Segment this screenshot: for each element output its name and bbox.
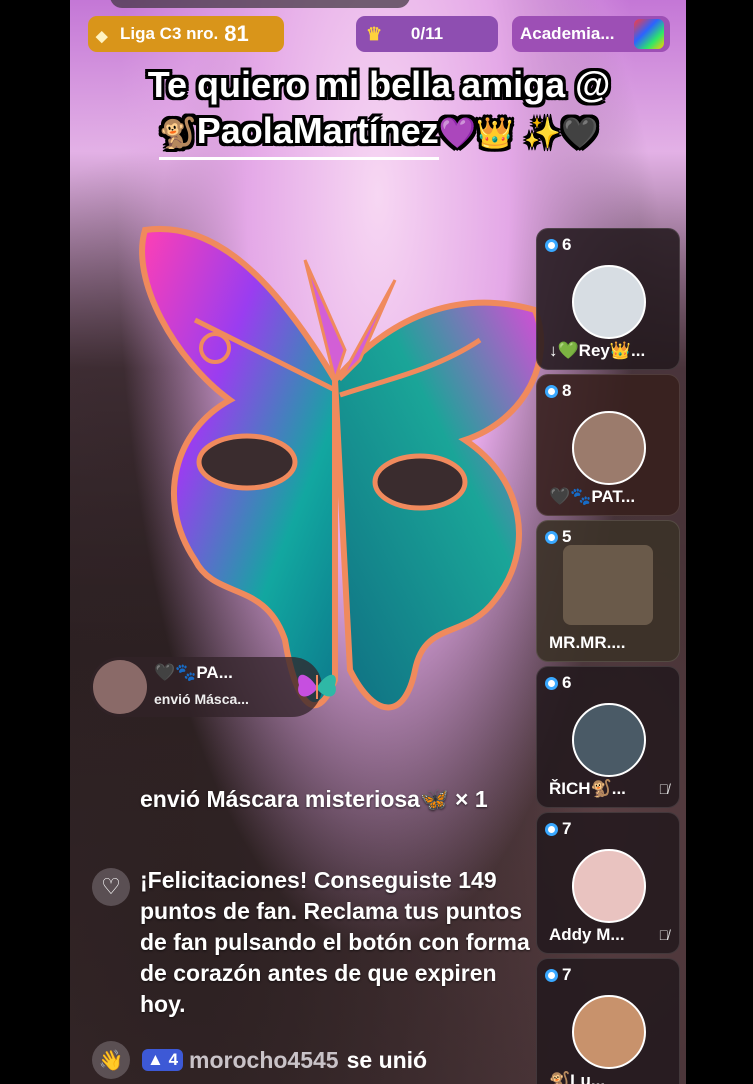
avatar [572, 849, 646, 923]
league-badge[interactable]: ◆ Liga C3 nro. 81 [88, 16, 284, 52]
pinned-line-1: Te quiero mi bella amiga @ [147, 64, 611, 105]
academy-label: Academia... [520, 24, 615, 43]
guest-count: 5 [562, 527, 572, 546]
join-username[interactable]: morocho4545 [189, 1047, 339, 1074]
gift-text: envió Másca... [154, 691, 249, 707]
pinned-comment: Te quiero mi bella amiga @ 🐒PaolaMartíne… [94, 62, 664, 160]
guest-count: 8 [562, 381, 572, 400]
score-pill[interactable]: ♛ 0/11 [356, 16, 498, 52]
avatar [563, 545, 653, 625]
guest-name: MR.MR.... [549, 633, 626, 652]
avatar [93, 660, 147, 714]
gift-notification[interactable]: 🖤🐾PA... envió Másca... [90, 657, 336, 717]
diamond-icon: ◆ [96, 28, 108, 45]
guest-count: 7 [562, 819, 572, 838]
muted-mic-icon: 🎙̸ [658, 927, 670, 943]
chat-fan-points-message: ¡Felicitaciones! Conseguiste 149 puntos … [140, 867, 530, 1017]
guest-tile[interactable]: 5 MR.MR.... [536, 520, 680, 662]
butterfly-gift-icon [298, 674, 336, 699]
guest-count: 6 [562, 673, 572, 692]
level-badge: ▲ 4 [142, 1049, 184, 1071]
muted-mic-icon: 🎙̸ [658, 781, 670, 797]
chat-join-message: 👋 ▲ 4 morocho4545 se unió [92, 1040, 532, 1080]
guest-name: ŘICH🐒... [549, 779, 626, 798]
join-text: se unió [346, 1046, 428, 1073]
chat-gift-message: envió Máscara misteriosa🦋 × 1 [140, 786, 488, 812]
crown-icon: ♛ [366, 23, 383, 44]
avatar [572, 411, 646, 485]
academy-logo-icon [634, 19, 664, 49]
level-number: 4 [168, 1050, 179, 1069]
guest-name: ↓💚Rey👑... [549, 341, 646, 360]
avatar [572, 703, 646, 777]
guest-tile[interactable]: 8 🖤🐾PAT... [536, 374, 680, 516]
league-label: Liga C3 nro. [120, 24, 219, 43]
guest-tile[interactable]: 7 Addy M... 🎙̸ [536, 812, 680, 954]
guest-name: 🖤🐾PAT... [549, 487, 636, 506]
monkey-emoji: 🐒 [159, 116, 197, 151]
viewer-icon [545, 530, 558, 544]
guest-name: Addy M... [549, 925, 625, 944]
guest-tile[interactable]: 7 🐒Lu... [536, 958, 680, 1084]
viewer-icon [545, 384, 558, 398]
pinned-username: PaolaMartínez [196, 110, 439, 151]
live-stream-view: ◆ Liga C3 nro. 81 ♛ 0/11 Academia... Te … [70, 0, 686, 1084]
score-value: 0/11 [410, 24, 444, 43]
pinned-emojis: 💜👑 ✨🖤 [438, 116, 599, 151]
avatar [572, 265, 646, 339]
guest-tile[interactable]: 6 ↓💚Rey👑... [536, 228, 680, 370]
viewer-icon [545, 238, 558, 252]
guest-count: 6 [562, 235, 572, 254]
viewer-icon [545, 822, 558, 836]
host-info-bar[interactable] [110, 0, 410, 8]
guest-name: 🐒Lu... [549, 1071, 606, 1084]
viewer-icon [545, 968, 558, 982]
heart-icon[interactable]: ♡ [92, 868, 130, 906]
wave-hand-icon[interactable]: 👋 [92, 1041, 130, 1079]
guest-count: 7 [562, 965, 572, 984]
league-number: 81 [224, 21, 249, 46]
viewer-icon [545, 676, 558, 690]
guest-tile[interactable]: 6 ŘICH🐒... 🎙̸ [536, 666, 680, 808]
avatar [572, 995, 646, 1069]
gift-sender-name: 🖤🐾PA... [154, 663, 233, 682]
academy-button[interactable]: Academia... [512, 16, 670, 52]
